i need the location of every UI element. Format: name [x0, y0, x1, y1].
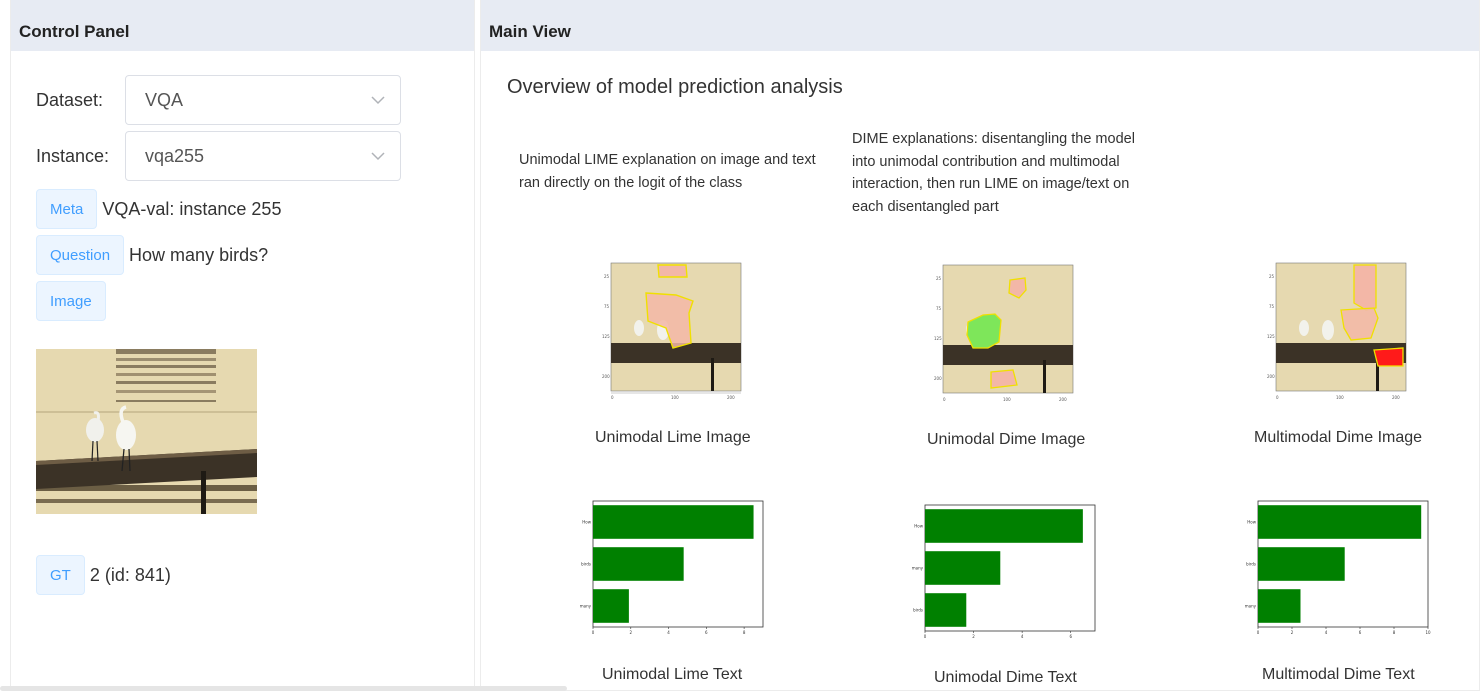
svg-text:75: 75 — [936, 306, 942, 311]
gt-text: 2 (id: 841) — [89, 564, 171, 585]
chevron-down-icon — [371, 96, 385, 105]
unimodal-lime-image-figure: 25 75 125 200 0 100 200 — [601, 258, 751, 408]
bar — [1258, 547, 1345, 581]
svg-text:0: 0 — [943, 397, 946, 402]
dataset-label: Dataset: — [36, 89, 104, 110]
gt-tag: GT — [36, 555, 85, 595]
multimodal-dime-text-chart: How birds many 0 2 4 6 8 10 — [1245, 500, 1431, 635]
x-tick-label: 2 — [630, 630, 633, 635]
question-text: How many birds? — [129, 244, 269, 265]
bar — [925, 551, 1001, 585]
unimodal-lime-image-caption: Unimodal Lime Image — [595, 429, 751, 446]
unimodal-dime-text-caption: Unimodal Dime Text — [934, 669, 1077, 686]
tick-label: How — [914, 524, 923, 529]
meta-tag: Meta — [36, 189, 98, 229]
x-tick-label: 2 — [972, 634, 975, 639]
x-tick-label: 6 — [705, 630, 708, 635]
multimodal-dime-text-caption: Multimodal Dime Text — [1262, 666, 1415, 683]
svg-text:200: 200 — [1267, 374, 1275, 379]
horizontal-scrollbar[interactable] — [0, 686, 567, 691]
x-tick-label: 4 — [1325, 630, 1328, 635]
svg-text:125: 125 — [602, 334, 610, 339]
tick-label: many — [1245, 604, 1257, 609]
svg-text:200: 200 — [727, 395, 735, 400]
multimodal-dime-image-caption: Multimodal Dime Image — [1254, 429, 1423, 446]
meta-row: Meta VQA-val: instance 255 — [36, 189, 281, 229]
tick-label: many — [912, 566, 924, 571]
bar — [1258, 589, 1301, 623]
question-tag: Question — [36, 235, 125, 275]
overview-heading: Overview of model prediction analysis — [507, 76, 843, 98]
svg-text:200: 200 — [1392, 395, 1400, 400]
meta-text: VQA-val: instance 255 — [102, 198, 282, 219]
x-tick-label: 6 — [1359, 630, 1362, 635]
svg-text:100: 100 — [1003, 397, 1011, 402]
main-view-title: Main View — [481, 0, 1479, 51]
svg-text:200: 200 — [934, 376, 942, 381]
bar — [1258, 505, 1422, 539]
lime-description: Unimodal LIME explanation on image and t… — [519, 152, 816, 191]
svg-text:200: 200 — [602, 374, 610, 379]
svg-text:25: 25 — [936, 276, 942, 281]
question-row: Question How many birds? — [36, 235, 268, 275]
x-tick-label: 10 — [1425, 630, 1431, 635]
unimodal-lime-text-chart: How birds many 0 2 4 6 8 — [580, 500, 764, 635]
x-tick-label: 0 — [924, 634, 927, 639]
svg-text:0: 0 — [611, 395, 614, 400]
tick-label: birds — [1246, 562, 1256, 567]
svg-text:100: 100 — [1336, 395, 1344, 400]
instance-value: vqa255 — [145, 145, 205, 166]
x-tick-label: 8 — [1393, 630, 1396, 635]
svg-text:100: 100 — [671, 395, 679, 400]
tick-label: birds — [913, 608, 923, 613]
x-tick-label: 6 — [1069, 634, 1072, 639]
dime-description: DIME explanations: disentangling the mod… — [852, 131, 1135, 215]
main-view: Main View Overview of model prediction a… — [480, 0, 1480, 691]
bar — [593, 547, 684, 581]
tick-label: How — [582, 520, 591, 525]
dataset-row: Dataset: VQA — [36, 75, 401, 125]
x-tick-label: 8 — [743, 630, 746, 635]
tick-label: birds — [581, 562, 591, 567]
tick-label: How — [1247, 520, 1256, 525]
instance-image — [36, 349, 257, 514]
x-tick-label: 4 — [667, 630, 670, 635]
bar — [593, 505, 754, 539]
image-row: Image — [36, 281, 106, 321]
x-tick-label: 0 — [592, 630, 595, 635]
x-tick-label: 2 — [1291, 630, 1294, 635]
control-panel: Control Panel Dataset: VQA Instance: vqa… — [10, 0, 475, 691]
tick-label: many — [580, 604, 592, 609]
svg-text:200: 200 — [1059, 397, 1067, 402]
image-tag: Image — [36, 281, 106, 321]
dataset-select[interactable]: VQA — [125, 75, 401, 125]
svg-text:25: 25 — [604, 274, 610, 279]
unimodal-dime-image-figure: 25 75 125 200 0 100 200 — [933, 260, 1083, 410]
instance-select[interactable]: vqa255 — [125, 131, 401, 181]
svg-text:75: 75 — [1269, 304, 1275, 309]
bar — [925, 509, 1083, 543]
multimodal-dime-image-figure: 25 75 125 200 0 100 200 — [1266, 258, 1416, 408]
x-tick-label: 4 — [1021, 634, 1024, 639]
svg-text:125: 125 — [934, 336, 942, 341]
control-panel-title: Control Panel — [11, 0, 474, 51]
x-tick-label: 0 — [1257, 630, 1260, 635]
bar — [925, 593, 967, 627]
svg-text:75: 75 — [604, 304, 610, 309]
bar — [593, 589, 629, 623]
instance-label: Instance: — [36, 145, 110, 166]
chevron-down-icon — [371, 152, 385, 161]
gt-row: GT 2 (id: 841) — [36, 555, 171, 595]
unimodal-dime-image-caption: Unimodal Dime Image — [927, 431, 1086, 448]
svg-text:0: 0 — [1276, 395, 1279, 400]
instance-row: Instance: vqa255 — [36, 131, 401, 181]
svg-text:125: 125 — [1267, 334, 1275, 339]
svg-text:25: 25 — [1269, 274, 1275, 279]
dataset-value: VQA — [145, 89, 184, 110]
unimodal-dime-text-chart: How many birds 0 2 4 6 — [912, 504, 1096, 639]
unimodal-lime-text-caption: Unimodal Lime Text — [602, 666, 743, 683]
